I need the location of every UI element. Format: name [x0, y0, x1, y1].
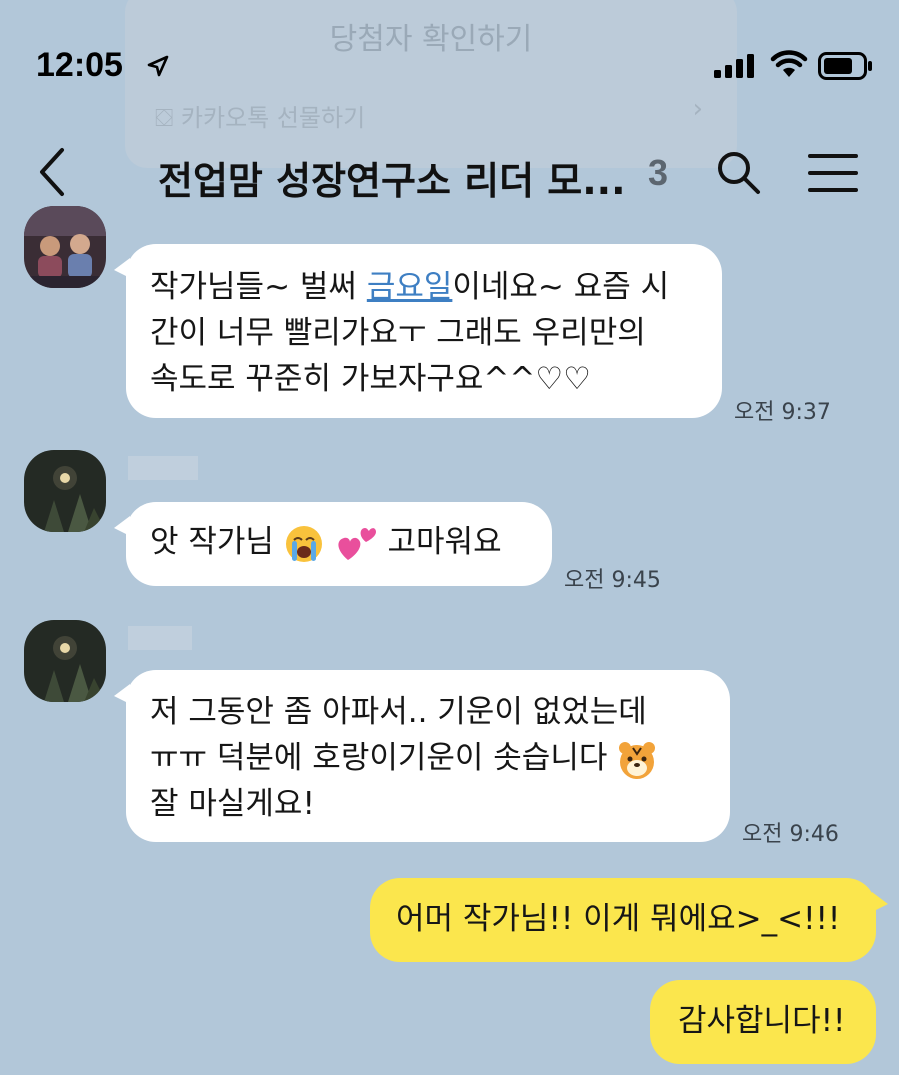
chat-bubble[interactable]: 작가님들~ 벌써 금요일이네요~ 요즘 시 간이 너무 빨리가요ㅜ 그래도 우리… — [114, 244, 722, 418]
member-count: 3 — [648, 152, 669, 193]
tiger-face-icon — [619, 741, 656, 779]
message-timestamp: 오전 9:37 — [734, 400, 831, 425]
crying-face-icon — [285, 525, 322, 562]
message-text: 고마워요 — [387, 524, 502, 560]
menu-icon[interactable] — [806, 152, 860, 194]
battery-icon — [818, 52, 872, 80]
message-text: 잘 마실게요! — [150, 786, 315, 822]
status-bar: 12:05 — [0, 0, 899, 120]
avatar[interactable] — [24, 450, 106, 532]
message-text: 감사합니다!! — [678, 1003, 846, 1039]
message-text: 간이 너무 빨리가요ㅜ 그래도 우리만의 — [150, 315, 646, 351]
chat-bubble[interactable]: 앗 작가님 고마워요 — [114, 502, 552, 586]
search-icon[interactable] — [714, 148, 764, 198]
message-text: 작가님들~ 벌써 — [150, 269, 367, 305]
message-timestamp: 오전 9:46 — [742, 822, 839, 847]
chat-room-title[interactable]: 전업맘 성장연구소 리더 모... — [158, 150, 626, 205]
location-arrow-icon — [147, 55, 169, 77]
message-text: 속도로 꾸준히 가보자구요^^♡♡ — [150, 361, 591, 397]
message-timestamp: 오전 9:45 — [564, 568, 661, 593]
message-text: ㅠㅠ 덕분에 호랑이기운이 솟습니다 — [150, 740, 608, 776]
my-chat-bubble[interactable]: 어머 작가님!! 이게 뭐에요>_<!!! — [370, 878, 888, 962]
sender-name-redacted — [128, 626, 192, 650]
sender-name-redacted — [128, 456, 198, 480]
cellular-signal-icon — [714, 54, 754, 78]
message-text: 어머 작가님!! 이게 뭐에요>_<!!! — [396, 901, 841, 937]
message-text-line: 작가님들~ 벌써 금요일이네요~ 요즘 시 — [150, 264, 698, 310]
message-text: 이네요~ 요즘 시 — [452, 269, 670, 305]
two-hearts-icon — [338, 527, 376, 560]
my-chat-bubble[interactable]: 감사합니다!! — [650, 980, 876, 1064]
status-time: 12:05 — [36, 46, 123, 84]
avatar[interactable] — [24, 206, 106, 288]
message-text: 앗 작가님 — [150, 524, 274, 560]
wifi-icon — [770, 50, 808, 77]
avatar[interactable] — [24, 620, 106, 702]
back-arrow-icon[interactable] — [32, 144, 72, 200]
chat-bubble[interactable]: 저 그동안 좀 아파서.. 기운이 없었는데 ㅠㅠ 덕분에 호랑이기운이 솟습니… — [114, 670, 730, 842]
message-text: 저 그동안 좀 아파서.. 기운이 없었는데 — [150, 694, 647, 730]
date-link[interactable]: 금요일 — [367, 269, 453, 305]
